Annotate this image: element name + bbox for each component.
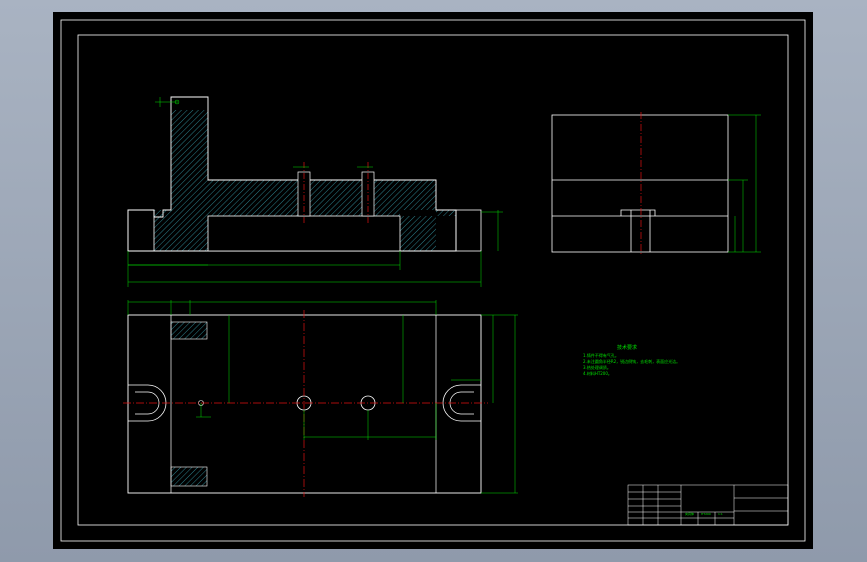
requirement-4: 4.材料HT200。	[583, 371, 612, 376]
technical-requirements-title: 技术要求	[617, 345, 638, 351]
title-block	[627, 484, 789, 526]
title-block-material: HT200	[701, 512, 711, 516]
inner-border	[77, 34, 789, 526]
cad-drawing	[60, 19, 806, 542]
drawing-sheet: 技术要求 1.铸件不得有气孔。 2.未注圆角半径R2，锐边倒钝，去毛刺，表面应光…	[53, 12, 813, 549]
title-block-part-name: 夹具体	[685, 512, 695, 516]
top-view	[123, 300, 518, 497]
outer-border	[60, 19, 806, 542]
title-block-scale: 1:1	[718, 512, 723, 516]
technical-requirements: 技术要求 1.铸件不得有气孔。 2.未注圆角半径R2，锐边倒钝，去毛刺，表面应光…	[583, 345, 680, 377]
side-view	[551, 112, 761, 254]
front-section-view	[127, 96, 503, 287]
